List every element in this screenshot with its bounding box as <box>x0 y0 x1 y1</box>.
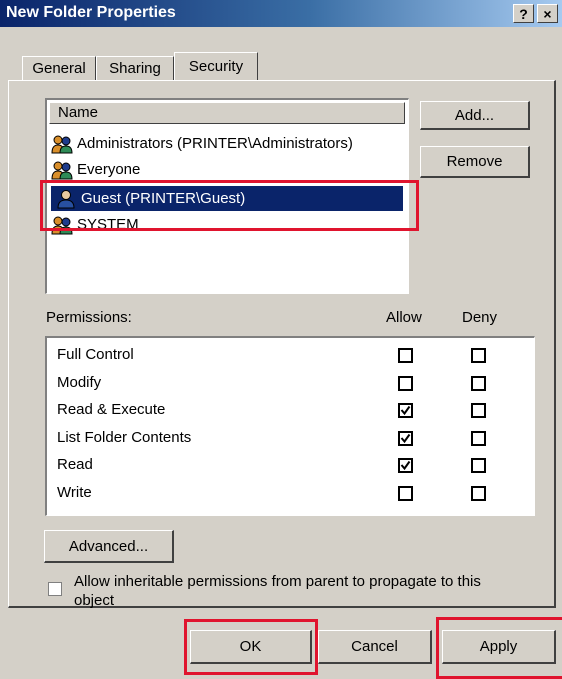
allow-checkbox[interactable] <box>398 458 413 473</box>
inherit-label-line1: Allow inheritable permissions from paren… <box>74 573 481 590</box>
deny-column-label: Deny <box>462 309 498 326</box>
allow-column-label: Allow <box>386 309 422 326</box>
name-column-header[interactable]: Name <box>49 102 405 124</box>
list-item[interactable]: Everyone <box>51 157 140 182</box>
allow-checkbox[interactable] <box>398 430 413 446</box>
checkmark-icon <box>400 460 411 471</box>
permission-label: Write <box>57 483 92 501</box>
permission-label: Modify <box>57 373 102 391</box>
deny-checkbox[interactable] <box>471 348 486 363</box>
highlight-box-guest <box>40 180 419 231</box>
highlight-box-apply <box>436 617 562 679</box>
allow-checkbox[interactable] <box>398 375 413 391</box>
title-bar: New Folder Properties ? × <box>0 0 562 27</box>
list-item-label: Everyone <box>77 161 141 178</box>
tab-general[interactable]: General <box>22 56 96 80</box>
tab-security[interactable]: Security <box>174 52 258 80</box>
group-icon <box>51 135 73 153</box>
add-button[interactable]: Add... <box>420 101 530 130</box>
permissions-label: Permissions: <box>46 309 132 326</box>
inherit-checkbox[interactable] <box>48 582 62 596</box>
remove-button[interactable]: Remove <box>420 146 530 178</box>
allow-checkbox[interactable] <box>398 403 413 418</box>
highlight-box-ok <box>184 619 318 675</box>
checkmark-icon <box>400 405 411 416</box>
permission-label: Read & Execute <box>57 401 166 418</box>
list-item-label: Administrators (PRINTER\Administrators) <box>77 135 353 152</box>
allow-checkbox[interactable] <box>398 348 413 363</box>
deny-checkbox[interactable] <box>471 403 486 418</box>
permissions-list: Full Control Modify Read & Execute List Fol… <box>45 336 535 516</box>
list-item[interactable]: Administrators (PRINTER\Administrators) <box>51 131 353 156</box>
allow-checkbox[interactable] <box>398 485 413 501</box>
permission-label: Full Control <box>57 346 134 363</box>
help-button[interactable]: ? <box>513 4 534 23</box>
permission-label: Read <box>57 456 93 473</box>
cancel-button[interactable]: Cancel <box>318 630 432 664</box>
advanced-button[interactable]: Advanced... <box>44 530 174 563</box>
deny-checkbox[interactable] <box>471 458 486 473</box>
deny-checkbox[interactable] <box>471 430 486 446</box>
deny-checkbox[interactable] <box>471 485 486 501</box>
close-button[interactable]: × <box>537 4 558 23</box>
tab-sharing[interactable]: Sharing <box>96 56 174 80</box>
group-icon <box>51 161 73 179</box>
permission-label: List Folder Contents <box>57 428 192 446</box>
checkmark-icon <box>400 433 411 443</box>
deny-checkbox[interactable] <box>471 375 486 391</box>
inherit-label-line2: object <box>74 592 115 609</box>
window-title: New Folder Properties <box>6 4 176 21</box>
